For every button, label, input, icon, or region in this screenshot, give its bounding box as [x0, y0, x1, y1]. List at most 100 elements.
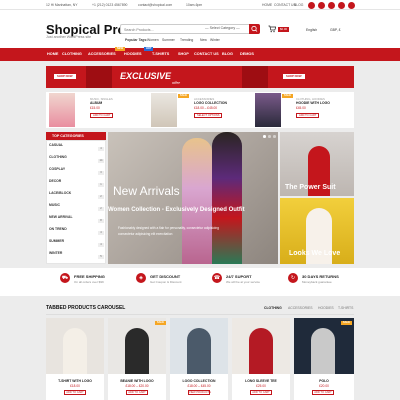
email-link[interactable]: contact@shopical.com	[138, 3, 172, 7]
product-title[interactable]: LOGO COLLECTION	[194, 101, 227, 105]
nav-item-shop[interactable]: SHOP	[178, 52, 189, 56]
tab-accessories[interactable]: ACCESSORIES	[288, 306, 313, 310]
nav-item-hoodies[interactable]: HOODIES	[124, 52, 142, 56]
hero-slider[interactable]	[108, 132, 278, 264]
tag-women[interactable]: Women	[147, 38, 159, 42]
product-title[interactable]: LOGO COLLECTION	[170, 379, 228, 383]
add-to-cart-button[interactable]: ADD TO CART	[90, 113, 114, 118]
product-image[interactable]	[46, 318, 104, 374]
tab-clothing[interactable]: CLOTHING	[264, 306, 282, 310]
product-title[interactable]: T-SHIRT WITH LOGO	[46, 379, 104, 383]
category-winter[interactable]: WINTER	[49, 251, 62, 255]
product-card[interactable]: LONG SLEEVE TEE £25.00 ADD TO CART	[232, 318, 290, 400]
product-image[interactable]	[255, 93, 281, 127]
product-image[interactable]	[49, 93, 75, 127]
tag-new[interactable]: New	[200, 38, 207, 42]
feature-sub: Moneyback guarantee	[302, 280, 332, 284]
product-price: £18.00 – £45.00	[187, 384, 211, 388]
feature-title: GET DISCOUNT	[150, 274, 181, 279]
hero-subtitle: Women Collection - Exclusively Designed …	[108, 207, 245, 213]
add-to-cart-button[interactable]: ADD TO CART	[296, 113, 320, 118]
product-card[interactable]: SALE POLO £20.00 ADD TO CART	[294, 318, 354, 400]
cart-total[interactable]: $0.00	[278, 27, 289, 32]
category-decor[interactable]: DECOR	[49, 179, 61, 183]
product-image[interactable]	[232, 318, 290, 374]
category-clothing[interactable]: CLOTHING	[49, 155, 67, 159]
pinterest-icon[interactable]	[338, 1, 345, 9]
nav-item-contact[interactable]: CONTACT US	[194, 52, 219, 56]
product-image[interactable]	[170, 318, 228, 374]
promo-banner[interactable]	[46, 66, 354, 88]
nav-item-demos[interactable]: DEMOS	[240, 52, 254, 56]
product-title[interactable]: HOODIE WITH LOGO	[296, 101, 330, 105]
language-select[interactable]: English	[306, 28, 317, 32]
category-on-trend[interactable]: ON TREND	[49, 227, 67, 231]
new-badge: NEW	[115, 47, 126, 51]
view-products-button[interactable]: VIEW PRODUCTS	[188, 390, 211, 395]
feature-title: 30 DAYS RETURNS	[302, 274, 339, 279]
category-cosplay[interactable]: COSPLAY	[49, 167, 65, 171]
category-new-arrival[interactable]: NEW ARRIVAL	[49, 215, 73, 219]
add-to-cart-button[interactable]: ADD TO CART	[312, 390, 334, 395]
top-link-home[interactable]: HOME	[262, 3, 272, 7]
currency-select[interactable]: GBP, £	[330, 28, 341, 32]
category-select[interactable]: — Select Category —	[205, 26, 240, 30]
category-count: 3	[98, 171, 104, 175]
product-card[interactable]: LOGO COLLECTION £18.00 – £45.00 VIEW PRO…	[170, 318, 228, 400]
search-input[interactable]	[124, 26, 204, 33]
slider-dot[interactable]	[263, 135, 266, 138]
hours-text: 10am-6pm	[186, 2, 203, 7]
product-image[interactable]	[151, 93, 177, 127]
product-title[interactable]: POLO	[294, 379, 354, 383]
nav-item-home[interactable]: HOME	[47, 52, 58, 56]
slider-dot[interactable]	[273, 135, 276, 138]
facebook-icon[interactable]	[308, 1, 315, 9]
hero-title: New Arrivals	[113, 184, 180, 198]
twitter-icon[interactable]	[318, 1, 325, 9]
feature-sub: Get Coupon & Discount	[150, 280, 182, 284]
promo-subtitle: offer	[172, 80, 181, 85]
hero-body-line2: consectetur adipisicing elit exercitatio…	[118, 232, 173, 236]
category-summer[interactable]: SUMMER	[49, 239, 64, 243]
nav-item-tshirts[interactable]: T-SHIRTS	[152, 52, 169, 56]
promo-shop-now-right[interactable]: SHOP NOW	[283, 74, 305, 79]
tab-tshirts[interactable]: T-SHIRTS	[338, 306, 353, 310]
add-to-cart-button[interactable]: ADD TO CART	[126, 390, 148, 395]
tag-summer[interactable]: Summer	[162, 38, 175, 42]
top-link-contact[interactable]: CONTACT US	[274, 3, 296, 7]
slider-dot[interactable]	[268, 135, 271, 138]
product-title[interactable]: LONG SLEEVE TEE	[232, 379, 290, 383]
category-count: 1	[98, 183, 104, 187]
product-title[interactable]: ALBUM	[90, 101, 102, 105]
tag-winter[interactable]: Winter	[210, 38, 220, 42]
add-to-cart-button[interactable]: ADD TO CART	[250, 390, 272, 395]
promo-shop-now-left[interactable]: SHOP NOW	[54, 74, 76, 79]
search-button[interactable]	[249, 24, 260, 34]
product-title[interactable]: BEANIE WITH LOGO	[108, 379, 166, 383]
category-lace-block[interactable]: LACE/BLOCK	[49, 191, 71, 195]
product-image[interactable]	[108, 318, 166, 374]
product-image[interactable]	[294, 318, 354, 374]
tabbed-heading: TABBED PRODUCTS CAROUSEL	[46, 305, 126, 311]
instagram-icon[interactable]	[328, 1, 335, 9]
tag-trending[interactable]: Trending	[180, 38, 193, 42]
top-link-blog[interactable]: BLOG	[294, 3, 303, 7]
product-price: £18.00 – £45.00	[194, 106, 218, 110]
category-count: 14	[98, 159, 104, 163]
truck-icon: ⛟	[60, 273, 70, 283]
product-price: £45.00	[296, 106, 306, 110]
youtube-icon[interactable]	[348, 1, 355, 9]
cart-icon[interactable]	[268, 25, 276, 33]
category-casual[interactable]: CASUAL	[49, 143, 63, 147]
nav-item-blog[interactable]: BLOG	[222, 52, 233, 56]
product-card[interactable]: SALE BEANIE WITH LOGO £18.00 – £20.00 AD…	[108, 318, 166, 400]
categories-heading: TOP CATEGORIES	[46, 132, 106, 140]
add-to-cart-button[interactable]: ADD TO CART	[64, 390, 86, 395]
hot-badge: HOT	[144, 47, 154, 51]
select-options-button[interactable]: SELECT OPTIONS	[194, 113, 223, 118]
product-card[interactable]: T-SHIRT WITH LOGO £18.00 ADD TO CART	[46, 318, 104, 400]
category-music[interactable]: MUSIC	[49, 203, 60, 207]
tab-hoodies[interactable]: HOODIES	[318, 306, 334, 310]
nav-item-accessories[interactable]: ACCESSORIES	[88, 52, 116, 56]
nav-item-clothing[interactable]: CLOTHING	[62, 52, 82, 56]
